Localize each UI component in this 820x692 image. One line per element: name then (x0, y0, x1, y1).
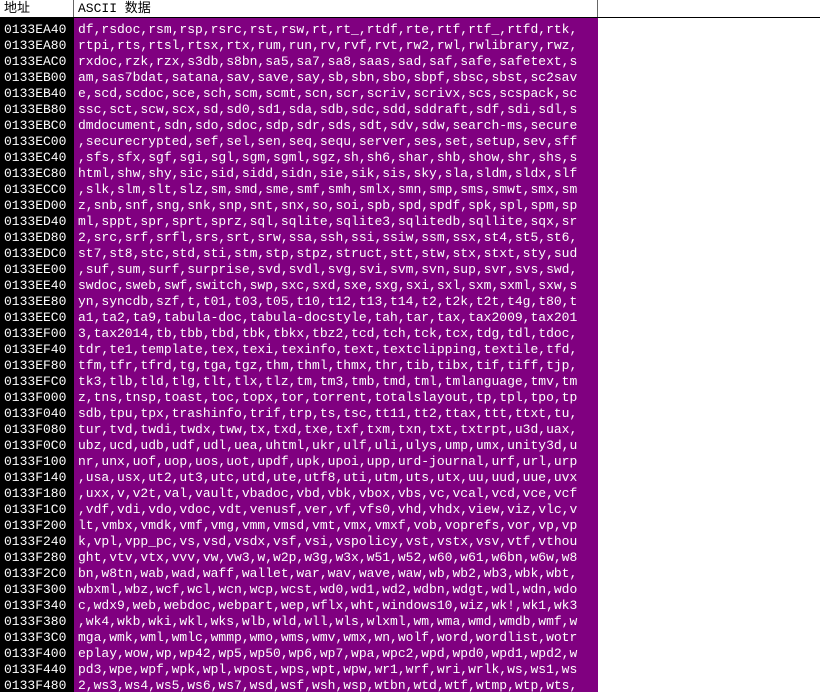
ascii-data-cell: a1,ta2,ta9,tabula-doc,tabula-docstyle,ta… (74, 310, 598, 326)
address-cell: 0133EE00 (0, 262, 74, 278)
address-cell: 0133ED00 (0, 198, 74, 214)
address-cell: 0133F3C0 (0, 630, 74, 646)
address-cell: 0133EAC0 (0, 54, 74, 70)
ascii-data-cell: 3,tax2014,tb,tbb,tbd,tbk,tbkx,tbz2,tcd,t… (74, 326, 598, 342)
ascii-data-cell: rxdoc,rzk,rzx,s3db,s8bn,sa5,sa7,sa8,saas… (74, 54, 598, 70)
ascii-data-cell: ,wk4,wkb,wki,wkl,wks,wlb,wld,wll,wls,wlx… (74, 614, 598, 630)
header-address[interactable]: 地址 (0, 0, 74, 17)
ascii-data-cell: 2,ws3,ws4,ws5,ws6,ws7,wsd,wsf,wsh,wsp,wt… (74, 678, 598, 692)
address-cell: 0133EF00 (0, 326, 74, 342)
ascii-data-cell: z,snb,snf,sng,snk,snp,snt,snx,so,soi,spb… (74, 198, 598, 214)
ascii-data-cell: ,securecrypted,sef,sel,sen,seq,sequ,serv… (74, 134, 598, 150)
address-cell: 0133F100 (0, 454, 74, 470)
address-cell: 0133F380 (0, 614, 74, 630)
address-cell: 0133EF40 (0, 342, 74, 358)
address-cell: 0133EC00 (0, 134, 74, 150)
address-cell: 0133EA40 (0, 22, 74, 38)
address-cell: 0133F480 (0, 678, 74, 692)
ascii-data-cell: k,vpl,vpp_pc,vs,vsd,vsdx,vsf,vsi,vspolic… (74, 534, 598, 550)
ascii-data-cell: tfm,tfr,tfrd,tg,tga,tgz,thm,thml,thmx,th… (74, 358, 598, 374)
ascii-data-cell: 2,src,srf,srfl,srs,srt,srw,ssa,ssh,ssi,s… (74, 230, 598, 246)
ascii-data-cell: ssc,sct,scw,scx,sd,sd0,sd1,sda,sdb,sdc,s… (74, 102, 598, 118)
address-cell: 0133EF80 (0, 358, 74, 374)
ascii-data-column: df,rsdoc,rsm,rsp,rsrc,rst,rsw,rt,rt_,rtd… (74, 18, 598, 692)
right-panel (598, 18, 820, 692)
address-cell: 0133EFC0 (0, 374, 74, 390)
ascii-data-cell: pd3,wpe,wpf,wpk,wpl,wpost,wps,wpt,wpw,wr… (74, 662, 598, 678)
ascii-data-cell: ,slk,slm,slt,slz,sm,smd,sme,smf,smh,smlx… (74, 182, 598, 198)
ascii-data-cell: ,suf,sum,surf,surprise,svd,svdl,svg,svi,… (74, 262, 598, 278)
ascii-data-cell: e,scd,scdoc,sce,sch,scm,scmt,scn,scr,scr… (74, 86, 598, 102)
address-cell: 0133ED80 (0, 230, 74, 246)
ascii-data-cell: ubz,ucd,udb,udf,udl,uea,uhtml,ukr,ulf,ul… (74, 438, 598, 454)
ascii-data-cell: dmdocument,sdn,sdo,sdoc,sdp,sdr,sds,sdt,… (74, 118, 598, 134)
address-cell: 0133F040 (0, 406, 74, 422)
address-cell: 0133F2C0 (0, 566, 74, 582)
address-cell: 0133F300 (0, 582, 74, 598)
address-cell: 0133F1C0 (0, 502, 74, 518)
ascii-data-cell: ,vdf,vdi,vdo,vdoc,vdt,venusf,ver,vf,vfs0… (74, 502, 598, 518)
address-cell: 0133F140 (0, 470, 74, 486)
ascii-data-cell: ml,sppt,spr,sprt,sprz,sql,sqlite,sqlite3… (74, 214, 598, 230)
address-cell: 0133F0C0 (0, 438, 74, 454)
address-cell: 0133ED40 (0, 214, 74, 230)
ascii-data-cell: nr,unx,uof,uop,uos,uot,updf,upk,upoi,upp… (74, 454, 598, 470)
ascii-data-cell: eplay,wow,wp,wp42,wp5,wp50,wp6,wp7,wpa,w… (74, 646, 598, 662)
address-cell: 0133EA80 (0, 38, 74, 54)
address-cell: 0133F340 (0, 598, 74, 614)
ascii-data-cell: ,sfs,sfx,sgf,sgi,sgl,sgm,sgml,sgz,sh,sh6… (74, 150, 598, 166)
ascii-data-cell: ght,vtv,vtx,vvv,vw,vw3,w,w2p,w3g,w3x,w51… (74, 550, 598, 566)
address-cell: 0133EE80 (0, 294, 74, 310)
ascii-data-cell: ,uxx,v,v2t,val,vault,vbadoc,vbd,vbk,vbox… (74, 486, 598, 502)
ascii-data-cell: ,usa,usx,ut2,ut3,utc,utd,ute,utf8,uti,ut… (74, 470, 598, 486)
address-cell: 0133EB80 (0, 102, 74, 118)
ascii-data-cell: c,wdx9,web,webdoc,webpart,wep,wflx,wht,w… (74, 598, 598, 614)
address-cell: 0133F080 (0, 422, 74, 438)
ascii-data-cell: tdr,te1,template,tex,texi,texinfo,text,t… (74, 342, 598, 358)
address-cell: 0133EDC0 (0, 246, 74, 262)
ascii-data-cell: am,sas7bdat,satana,sav,save,say,sb,sbn,s… (74, 70, 598, 86)
address-cell: 0133F200 (0, 518, 74, 534)
ascii-data-cell: z,tns,tnsp,toast,toc,topx,tor,torrent,to… (74, 390, 598, 406)
ascii-data-cell: tur,tvd,twdi,twdx,tww,tx,txd,txe,txf,txm… (74, 422, 598, 438)
ascii-data-cell: mga,wmk,wml,wmlc,wmmp,wmo,wms,wmv,wmx,wn… (74, 630, 598, 646)
ascii-data-cell: df,rsdoc,rsm,rsp,rsrc,rst,rsw,rt,rt_,rtd… (74, 22, 598, 38)
address-cell: 0133EEC0 (0, 310, 74, 326)
header-extra[interactable] (598, 0, 820, 17)
address-cell: 0133EE40 (0, 278, 74, 294)
header-ascii-data[interactable]: ASCII 数据 (74, 0, 598, 17)
ascii-data-cell: rtpi,rts,rtsl,rtsx,rtx,rum,run,rv,rvf,rv… (74, 38, 598, 54)
ascii-data-cell: yn,syncdb,szf,t,t01,t03,t05,t10,t12,t13,… (74, 294, 598, 310)
address-cell: 0133EBC0 (0, 118, 74, 134)
ascii-data-cell: swdoc,sweb,swf,switch,swp,sxc,sxd,sxe,sx… (74, 278, 598, 294)
address-cell: 0133F000 (0, 390, 74, 406)
ascii-data-cell: lt,vmbx,vmdk,vmf,vmg,vmm,vmsd,vmt,vmx,vm… (74, 518, 598, 534)
address-column: 0133EA400133EA800133EAC00133EB000133EB40… (0, 18, 74, 692)
address-cell: 0133F440 (0, 662, 74, 678)
address-cell: 0133ECC0 (0, 182, 74, 198)
ascii-data-cell: html,shw,shy,sic,sid,sidd,sidn,sie,sik,s… (74, 166, 598, 182)
address-cell: 0133EB40 (0, 86, 74, 102)
address-cell: 0133EC40 (0, 150, 74, 166)
address-cell: 0133EC80 (0, 166, 74, 182)
ascii-data-cell: tk3,tlb,tld,tlg,tlt,tlx,tlz,tm,tm3,tmb,t… (74, 374, 598, 390)
ascii-data-cell: wbxml,wbz,wcf,wcl,wcn,wcp,wcst,wd0,wd1,w… (74, 582, 598, 598)
address-cell: 0133EB00 (0, 70, 74, 86)
address-cell: 0133F180 (0, 486, 74, 502)
address-cell: 0133F400 (0, 646, 74, 662)
ascii-data-cell: st7,st8,stc,std,sti,stm,stp,stpz,struct,… (74, 246, 598, 262)
address-cell: 0133F280 (0, 550, 74, 566)
hex-view-body: 0133EA400133EA800133EAC00133EB000133EB40… (0, 18, 820, 692)
ascii-data-cell: bn,w8tn,wab,wad,waff,wallet,war,wav,wave… (74, 566, 598, 582)
ascii-data-cell: sdb,tpu,tpx,trashinfo,trif,trp,ts,tsc,tt… (74, 406, 598, 422)
address-cell: 0133F240 (0, 534, 74, 550)
